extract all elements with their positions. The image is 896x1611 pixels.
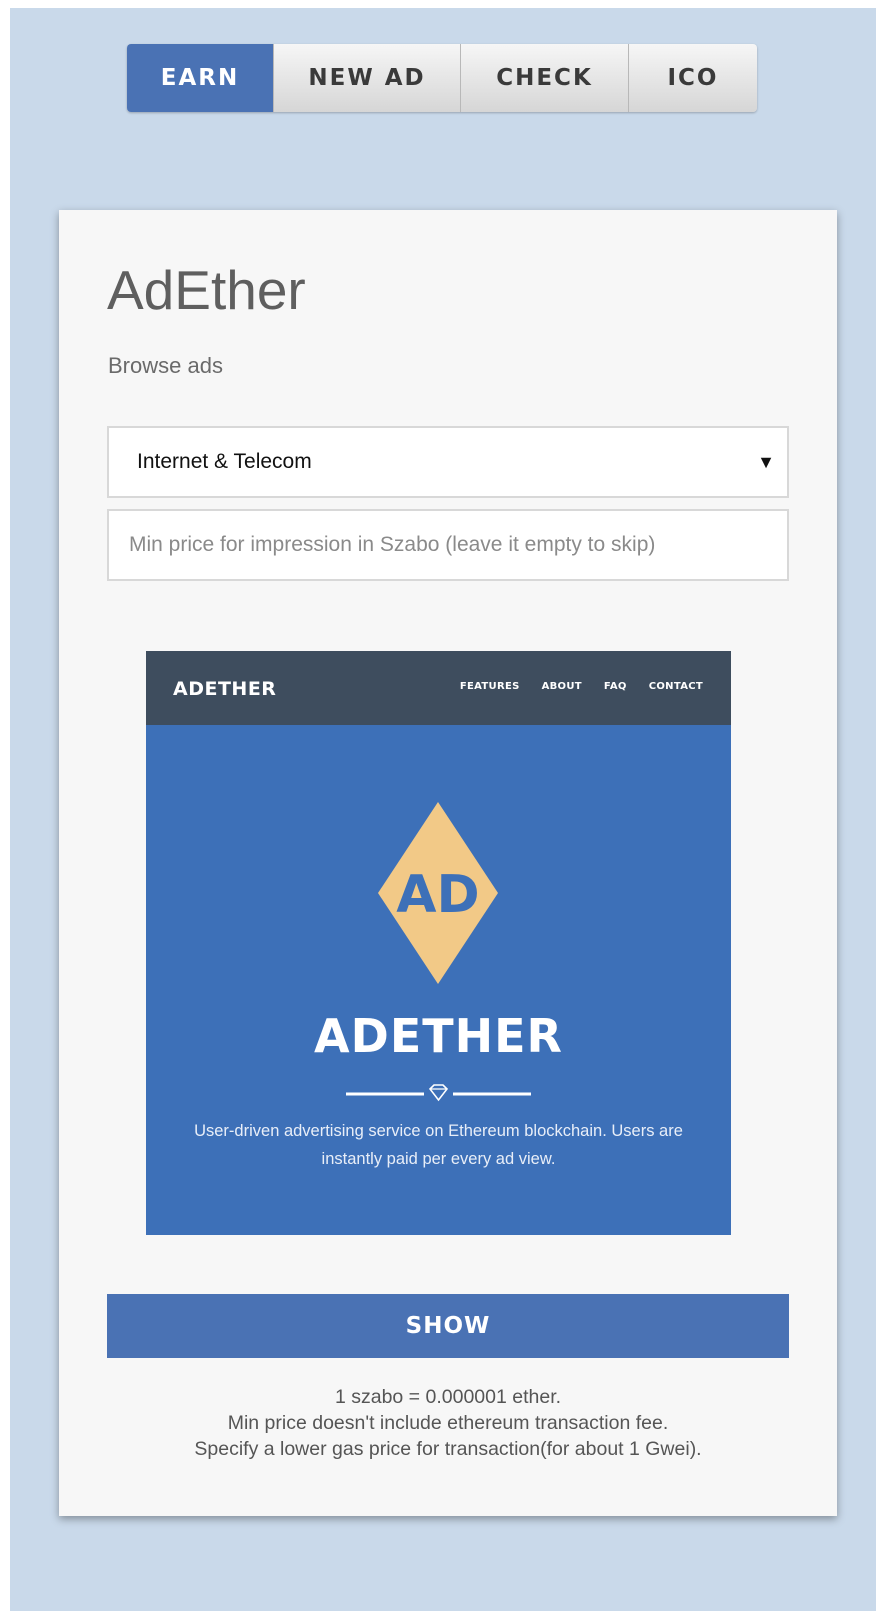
ad-navbar: ADETHER FEATURES ABOUT FAQ CONTACT [146, 651, 731, 725]
ad-nav-link-features: FEATURES [459, 681, 520, 692]
tab-earn[interactable]: EARN [127, 44, 274, 112]
ad-description: User-driven advertising service on Ether… [194, 1122, 683, 1168]
triangle-down-icon: ▼ [757, 451, 775, 472]
note-line: 1 szabo = 0.000001 ether. [334, 1386, 562, 1408]
tab-check[interactable]: CHECK [461, 44, 629, 112]
category-select-value: Internet & Telecom [137, 450, 312, 473]
diamond-gem-icon [346, 1084, 531, 1102]
note-line: Min price doesn't include ethereum trans… [227, 1412, 669, 1434]
ad-banner[interactable]: ADETHER FEATURES ABOUT FAQ CONTACT AD AD… [146, 651, 731, 1235]
adether-emblem-icon: AD [378, 802, 498, 984]
show-button[interactable]: SHOW [107, 1294, 789, 1358]
main-tabs: EARN NEW AD CHECK ICO [127, 44, 757, 112]
ad-nav-link-contact: CONTACT [648, 681, 703, 692]
ad-headline: ADETHER [314, 1009, 563, 1063]
price-notes: 1 szabo = 0.000001 ether. Min price does… [59, 1384, 837, 1462]
browse-ads-card: AdEther Browse ads Internet & Telecom ▼ … [59, 210, 837, 1516]
tab-ico[interactable]: ICO [629, 44, 757, 112]
ad-nav-links: FEATURES ABOUT FAQ CONTACT [460, 681, 703, 692]
tab-new-ad[interactable]: NEW AD [274, 44, 461, 112]
page-title: AdEther [107, 259, 306, 321]
min-price-input[interactable] [107, 509, 789, 581]
ad-nav-link-faq: FAQ [603, 681, 627, 692]
ad-nav-link-about: ABOUT [541, 681, 582, 692]
ad-nav-logo: ADETHER [173, 678, 277, 700]
emblem-text: AD [396, 865, 479, 925]
category-select[interactable]: Internet & Telecom ▼ [107, 426, 789, 498]
page-subtitle: Browse ads [108, 353, 223, 378]
note-line: Specify a lower gas price for transactio… [194, 1438, 702, 1460]
